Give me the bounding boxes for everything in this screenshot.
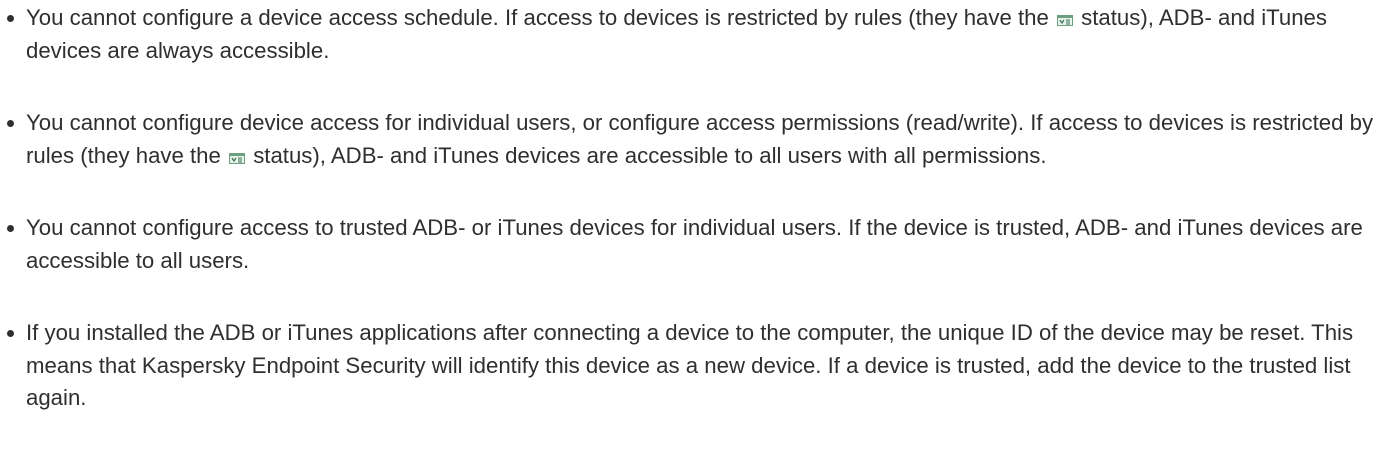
note-text: You cannot configure access to trusted A… — [26, 215, 1363, 273]
restricted-status-icon — [229, 152, 246, 164]
notes-list: You cannot configure a device access sch… — [0, 0, 1397, 415]
bullet — [7, 330, 14, 337]
note-text-end: status), ADB- and iTunes devices are acc… — [247, 142, 1047, 168]
note-users: You cannot configure device access for i… — [0, 107, 1397, 172]
bullet — [7, 225, 14, 232]
restricted-status-icon — [1057, 15, 1073, 26]
note-text: If you installed the ADB or iTunes appli… — [26, 320, 1354, 410]
note-unique-id: If you installed the ADB or iTunes appli… — [0, 317, 1397, 415]
note-text-start: You cannot configure a device access sch… — [26, 5, 1055, 30]
note-schedule: You cannot configure a device access sch… — [0, 2, 1397, 67]
bullet — [7, 120, 14, 127]
note-trusted-access: You cannot configure access to trusted A… — [0, 212, 1397, 277]
bullet — [7, 15, 14, 22]
